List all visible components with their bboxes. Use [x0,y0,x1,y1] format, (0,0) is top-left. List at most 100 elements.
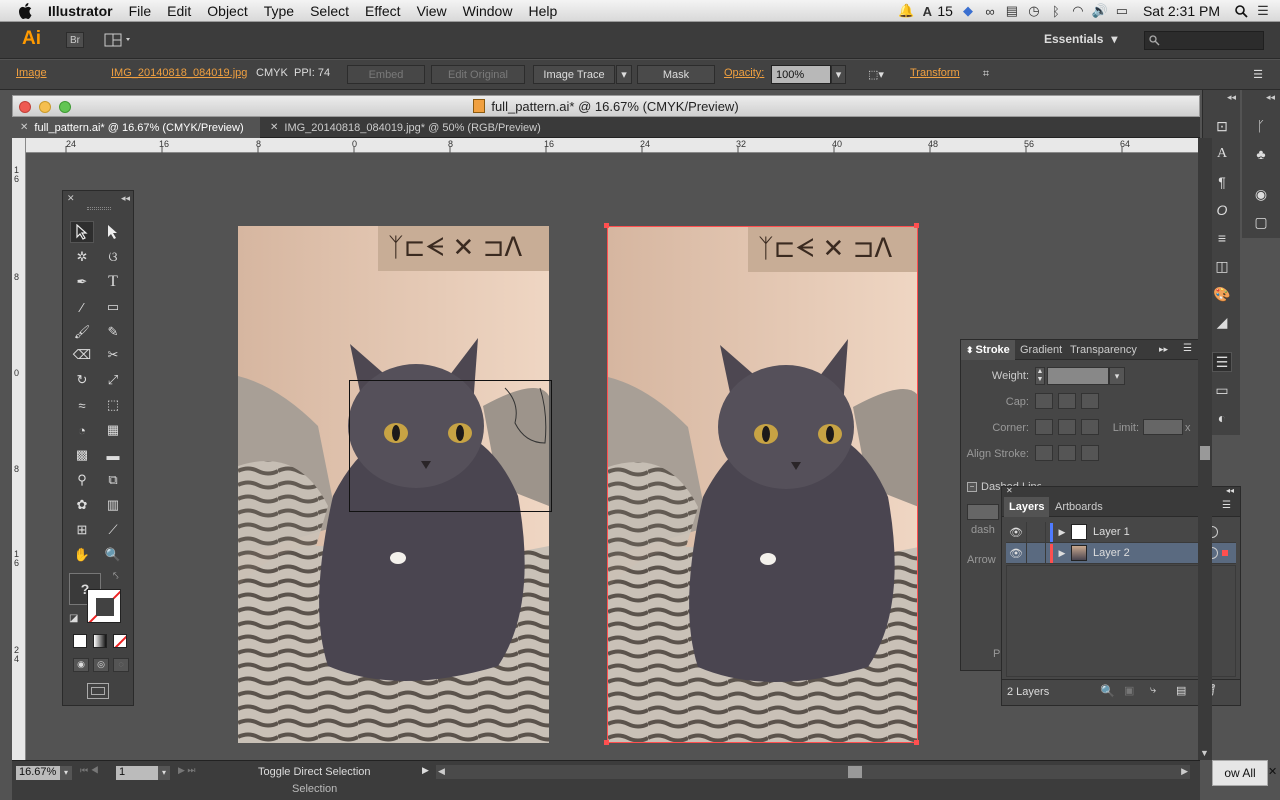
weight-stepper[interactable]: ▲ ▼ [1035,367,1045,385]
dropbox-icon[interactable]: ◆ [957,0,979,22]
selection-tool-icon[interactable] [70,221,94,243]
menu-object[interactable]: Object [199,3,255,19]
tab-full-pattern[interactable]: ✕ full_pattern.ai* @ 16.67% (CMYK/Previe… [12,117,260,138]
limit-input[interactable] [1143,419,1183,435]
menu-type[interactable]: Type [256,3,302,19]
round-join-button[interactable] [1058,419,1076,435]
panel-grip[interactable] [87,207,111,210]
selection-handle[interactable] [914,740,919,745]
scripts-icon[interactable]: ▤ [1001,0,1023,22]
opentype-panel-icon[interactable]: O [1212,200,1232,220]
expand-triangle-icon[interactable]: ▶ [1053,527,1071,538]
draw-behind-icon[interactable]: ◎ [93,658,109,672]
layer-name[interactable]: Layer 1 [1093,526,1206,538]
mesh-tool-icon[interactable]: ▩ [70,444,94,466]
zoom-dropdown[interactable]: ▾ [60,766,72,780]
miter-join-button[interactable] [1035,419,1053,435]
bevel-join-button[interactable] [1081,419,1099,435]
scroll-thumb[interactable] [1200,446,1210,460]
close-panel-icon[interactable]: ✕ [1006,486,1013,495]
embed-button[interactable]: Embed [347,65,425,84]
type-tool-icon[interactable]: T [101,271,125,293]
arrange-documents-button[interactable] [104,32,134,48]
notification-bell-icon[interactable]: 🔔 [895,0,917,22]
selection-handle[interactable] [914,223,919,228]
align-inside-button[interactable] [1058,445,1076,461]
layer-name[interactable]: Layer 2 [1093,547,1206,559]
selection-handle[interactable] [604,223,609,228]
eyedropper-tool-icon[interactable]: ⚲ [70,469,94,491]
apple-icon[interactable] [0,2,40,19]
expand-triangle-icon[interactable]: ▶ [1053,548,1071,559]
draw-normal-icon[interactable]: ◉ [73,658,89,672]
align-options-button[interactable]: ⬚▾ [862,65,890,84]
gradient-panel-icon[interactable]: ▭ [1212,380,1232,400]
zoom-input[interactable]: 16.67% [16,766,60,780]
image-trace-button[interactable]: Image Trace [533,65,615,84]
tab-stroke[interactable]: ⬍ Stroke [961,340,1015,360]
graphic-styles-panel-icon[interactable]: ◉ [1251,184,1271,204]
create-layer-icon[interactable]: ▤ [1176,684,1186,697]
vertical-ruler[interactable]: 1 6 8 0 8 1 6 2 4 [12,138,26,760]
align-center-button[interactable] [1035,445,1053,461]
panel-menu-icon[interactable]: ☰ [1222,500,1231,511]
show-all-button[interactable]: ow All [1212,760,1268,786]
menu-file[interactable]: File [121,3,160,19]
make-clipping-mask-icon[interactable]: ▣ [1124,684,1134,697]
pencil-tool-icon[interactable]: ✎ [101,321,125,343]
linked-file-link[interactable]: IMG_20140818_084019.jpg [111,67,247,79]
collapse-dock-icon[interactable]: ◂◂ [1227,92,1236,103]
default-fill-stroke-icon[interactable]: ◪ [69,613,78,624]
column-graph-tool-icon[interactable]: ▥ [101,494,125,516]
rotate-tool-icon[interactable]: ↻ [70,369,94,391]
line-tool-icon[interactable]: ⁄ [70,296,94,318]
swap-fill-stroke-icon[interactable]: ⤣ [113,571,119,582]
selection-handle[interactable] [604,740,609,745]
selected-art-indicator[interactable] [1222,550,1228,556]
gradient-tool-icon[interactable]: ▬ [101,444,125,466]
stroke-panel-icon[interactable]: ☰ [1212,352,1232,372]
blob-brush-tool-icon[interactable]: ⌫ [70,344,94,366]
gradient-mode-button[interactable] [93,634,107,648]
status-menu-arrow[interactable]: ▶ [422,765,429,776]
more-tabs-icon[interactable]: ▸▸ [1159,344,1168,355]
time-machine-icon[interactable]: ◷ [1023,0,1045,22]
artboard-number-input[interactable]: 1 [116,766,158,780]
close-panel-icon[interactable]: ✕ [67,193,75,204]
pathfinder-panel-icon[interactable]: ◫ [1212,256,1232,276]
perspective-grid-tool-icon[interactable]: ▦ [101,419,125,441]
placed-photo-right[interactable]: ᛉ⊏ᗕ ✕ ⊐ᐱ [607,226,918,743]
opacity-dropdown[interactable]: ▾ [831,65,846,84]
horizontal-scrollbar[interactable]: ◀ ▶ [436,765,1190,779]
hand-tool-icon[interactable]: ✋ [70,544,94,566]
brushes-panel-icon[interactable]: ᚴ [1251,116,1271,136]
screen-mode-icon[interactable] [87,683,109,699]
lock-toggle[interactable] [1026,522,1046,542]
transform-link[interactable]: Transform [910,67,960,79]
battery-icon[interactable]: ▭ [1111,0,1133,22]
width-tool-icon[interactable]: ≈ [70,394,94,416]
tab-artboards[interactable]: Artboards [1050,497,1108,517]
color-guide-panel-icon[interactable]: ◢ [1212,312,1232,332]
weight-input[interactable] [1047,367,1109,385]
slice-tool-icon[interactable]: ⟋ [101,519,125,541]
isolate-object-button[interactable]: ⌗ [976,65,996,84]
visibility-eye-icon[interactable]: 👁 [1006,526,1026,539]
tab-gradient[interactable]: Gradient [1015,340,1067,360]
tab-img-jpg[interactable]: ✕ IMG_20140818_084019.jpg* @ 50% (RGB/Pr… [262,117,562,138]
paragraph-panel-icon[interactable]: ¶ [1212,172,1232,192]
menu-effect[interactable]: Effect [357,3,409,19]
minimize-window-button[interactable] [39,101,51,113]
create-sublayer-icon[interactable]: ⤷ [1150,684,1156,697]
panel-menu-icon[interactable]: ☰ [1183,343,1192,354]
butt-cap-button[interactable] [1035,393,1053,409]
scroll-right-arrow[interactable]: ▶ [1181,766,1188,777]
shape-builder-tool-icon[interactable]: ◔ [70,419,94,441]
collapse-dock-icon[interactable]: ◂◂ [1266,92,1275,103]
round-cap-button[interactable] [1058,393,1076,409]
menu-select[interactable]: Select [302,3,357,19]
lock-toggle[interactable] [1026,543,1046,563]
volume-icon[interactable]: 🔊 [1089,0,1111,22]
vertical-scrollbar[interactable]: ▼ [1198,138,1212,760]
artboard-nav-last[interactable]: ▶ ⏭ [178,765,196,776]
